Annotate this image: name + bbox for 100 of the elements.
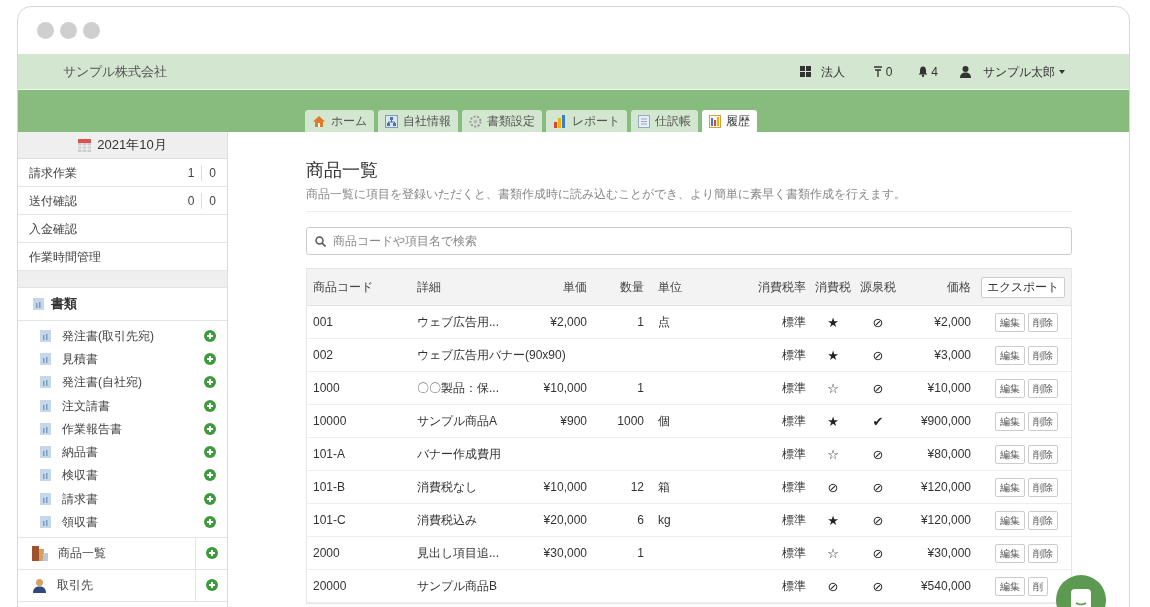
sidebar-item[interactable]: 入金確認 (18, 215, 227, 243)
tax-mark: ⊘ (872, 546, 884, 560)
add-icon[interactable] (204, 329, 216, 342)
document-item[interactable]: 発注書(自社宛) (18, 370, 227, 394)
section-title: 書類 (51, 295, 77, 314)
edit-button[interactable]: 編集 (995, 510, 1025, 530)
table-cell-text: ¥2,000 (550, 314, 588, 331)
add-icon[interactable] (204, 352, 216, 365)
table-cell-text: ¥10,000 (927, 380, 972, 397)
add-icon[interactable] (204, 446, 216, 459)
table-cell-text: 1 (637, 380, 645, 397)
nav-tab[interactable]: 自社情報 (378, 110, 458, 132)
add-icon[interactable] (204, 516, 216, 528)
document-item[interactable]: 納品書 (18, 440, 227, 464)
table-cell-text: 標準 (782, 413, 807, 430)
company-name: サンプル株式会社 (63, 62, 167, 81)
books-icon (32, 545, 48, 561)
search-field[interactable]: 商品コードや項目名で検索 (306, 227, 1072, 255)
sidebar-item[interactable]: 請求作業 1 0 (18, 159, 227, 187)
bar-chart-icon (553, 114, 567, 128)
notification-count[interactable]: 4 (931, 62, 938, 81)
table-cell-text: 12 (630, 479, 645, 496)
delete-button[interactable]: 削除 (1028, 543, 1058, 563)
delete-button[interactable]: 削除 (1028, 444, 1058, 464)
column-header: 詳細 (416, 279, 442, 296)
delete-button[interactable]: 削除 (1028, 510, 1058, 530)
table-cell-text: ¥900,000 (920, 413, 972, 430)
document-item[interactable]: 領収書 (18, 510, 227, 534)
column-header: 単位 (657, 279, 683, 296)
table-cell-text: 1000 (312, 380, 341, 397)
document-item[interactable]: 注文請書 (18, 393, 227, 418)
filter-icon (872, 66, 883, 77)
table-cell-text: 個 (657, 413, 670, 430)
table-cell-text: ¥10,000 (543, 479, 588, 496)
delete-button[interactable]: 削除 (1028, 411, 1058, 431)
tax-mark: ☆ (827, 381, 839, 395)
tax-mark: ★ (827, 348, 839, 362)
column-header: 単価 (562, 279, 588, 296)
edit-button[interactable]: 編集 (995, 444, 1025, 464)
edit-button[interactable]: 編集 (995, 378, 1025, 398)
nav-tab[interactable]: レポート (546, 110, 627, 132)
table-cell-text: サンプル商品A (416, 413, 498, 430)
table-cell-text: 標準 (782, 314, 807, 331)
add-icon[interactable] (204, 469, 216, 482)
nav-tab[interactable]: 履歴 (702, 110, 757, 132)
nav-tab[interactable]: 仕訳帳 (631, 110, 698, 132)
add-icon[interactable] (204, 422, 216, 435)
table-cell-text: 標準 (782, 578, 807, 595)
edit-button[interactable]: 編集 (995, 312, 1025, 332)
document-item[interactable]: 見積書 (18, 347, 227, 371)
table-cell-text: 標準 (782, 380, 807, 397)
add-icon[interactable] (204, 376, 216, 389)
edit-button[interactable]: 編集 (995, 345, 1025, 365)
document-item[interactable]: 発注書(取引先宛) (18, 324, 227, 348)
document-item[interactable]: 請求書 (18, 487, 227, 511)
count-text: 0 (209, 192, 216, 210)
document-icon (638, 114, 650, 128)
sidebar-item[interactable]: 送付確認 0 0 (18, 187, 227, 215)
entity-label[interactable]: 法人 (820, 62, 845, 81)
nav-tab[interactable]: ホーム (305, 110, 374, 132)
add-icon[interactable] (205, 579, 218, 592)
edit-button[interactable]: 編集 (995, 477, 1025, 497)
grid-icon (799, 66, 811, 77)
export-button[interactable]: エクスポート (981, 276, 1065, 298)
delete-button[interactable]: 削除 (1028, 378, 1058, 398)
gear-icon (469, 114, 482, 128)
document-item[interactable]: 作業報告書 (18, 417, 227, 441)
calendar-icon (78, 138, 92, 152)
edit-button[interactable]: 編集 (995, 411, 1025, 431)
table-cell-text: バナー作成費用 (416, 446, 501, 463)
delete-button[interactable]: 削除 (1028, 345, 1058, 365)
column-header: 消費税 (814, 279, 852, 296)
document-item[interactable]: 検収書 (18, 463, 227, 488)
document-icon (40, 399, 51, 412)
user-menu[interactable]: サンプル太郎 (983, 62, 1065, 81)
sidebar-link[interactable]: 取引先 (18, 569, 196, 601)
add-icon[interactable] (205, 547, 218, 560)
tax-mark: ★ (827, 315, 839, 329)
document-icon (40, 376, 51, 389)
delete-button[interactable]: 削 (1028, 576, 1048, 596)
add-icon[interactable] (204, 399, 216, 412)
edit-button[interactable]: 編集 (995, 543, 1025, 563)
page-description: 商品一覧に項目を登録いただくと、書類作成時に読み込むことができ、より簡単に素早く書類作成を行えます。 (306, 185, 1072, 212)
delete-button[interactable]: 削除 (1028, 312, 1058, 332)
delete-button[interactable]: 削除 (1028, 477, 1058, 497)
table-cell-text: 標準 (782, 545, 807, 562)
task-count[interactable]: 0 (885, 62, 893, 81)
table-cell-text: 101-A (312, 446, 347, 463)
column-header: 消費税率 (757, 279, 807, 296)
table-cell-text: 20000 (312, 578, 348, 595)
sidebar-link[interactable]: 商品一覧 (18, 537, 196, 569)
table-cell-text: 001 (312, 314, 335, 331)
edit-button[interactable]: 編集 (995, 576, 1025, 596)
table-cell-text: ¥20,000 (543, 512, 588, 529)
nav-tab[interactable]: 書類設定 (462, 110, 542, 132)
table-cell-text: 1 (637, 314, 645, 331)
add-icon[interactable] (204, 492, 216, 505)
tax-mark: ⊘ (872, 348, 884, 362)
table-cell-text: ¥900 (560, 413, 588, 430)
org-chart-icon (385, 114, 398, 128)
